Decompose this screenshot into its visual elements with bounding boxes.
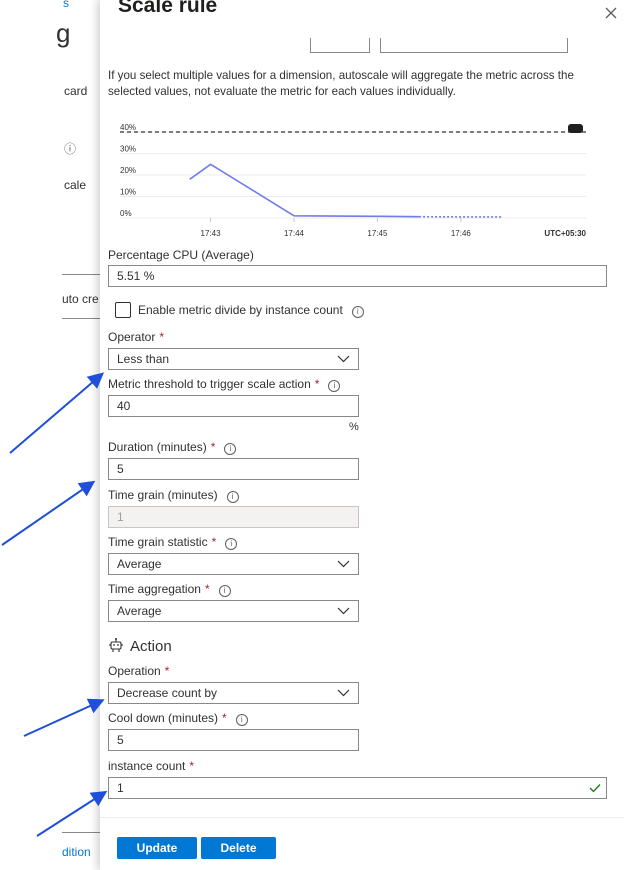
threshold-handle bbox=[568, 124, 583, 133]
time-grain-statistic-label: Time grain statistic * i bbox=[108, 535, 238, 550]
chart-y-tick-label: 40% bbox=[120, 123, 136, 132]
info-icon[interactable]: i bbox=[218, 585, 231, 597]
dimension-aggregation-note: If you select multiple values for a dime… bbox=[108, 69, 574, 98]
time-grain-label: Time grain (minutes) i bbox=[108, 488, 239, 503]
background-link-fragment: s bbox=[63, 0, 69, 10]
time-grain-input: 1 bbox=[108, 506, 359, 528]
background-text-fragment: uto cre bbox=[62, 292, 99, 306]
chart-y-ticks: 0% 10% 20% 30% 40% bbox=[120, 123, 136, 218]
dimension-operator-dropdown[interactable] bbox=[310, 38, 370, 53]
info-icon[interactable]: i bbox=[226, 491, 239, 503]
divide-by-instance-label: Enable metric divide by instance count i bbox=[138, 303, 364, 318]
info-icon[interactable]: i bbox=[224, 443, 237, 455]
chevron-down-icon bbox=[337, 355, 350, 363]
time-grain-statistic-dropdown[interactable]: Average bbox=[108, 553, 359, 575]
update-button[interactable]: Update bbox=[117, 837, 197, 859]
chart-x-tick-label: 17:43 bbox=[201, 229, 222, 238]
operator-label: Operator * bbox=[108, 330, 165, 344]
chart-grid bbox=[120, 131, 586, 219]
chart-y-tick-label: 0% bbox=[120, 209, 132, 218]
time-grain-statistic-value: Average bbox=[117, 557, 162, 571]
info-icon[interactable]: i bbox=[225, 538, 238, 550]
background-link-fragment[interactable]: dition bbox=[62, 845, 91, 859]
info-icon[interactable]: i bbox=[328, 380, 341, 392]
instance-count-label: instance count * bbox=[108, 759, 195, 773]
dimension-name-label bbox=[108, 38, 198, 46]
chevron-down-icon bbox=[337, 607, 350, 615]
instance-count-input[interactable]: 1 bbox=[108, 777, 607, 799]
background-info-icon: ⓘ bbox=[64, 142, 77, 156]
delete-button[interactable]: Delete bbox=[201, 837, 276, 859]
background-heading-fragment: g bbox=[56, 18, 71, 48]
action-section-header: Action bbox=[108, 637, 172, 655]
cool-down-input[interactable]: 5 bbox=[108, 729, 359, 751]
chart-x-tick-label: 17:44 bbox=[284, 229, 305, 238]
background-page: s g card ⓘ cale uto cre dition bbox=[0, 0, 100, 870]
divide-by-instance-checkbox[interactable] bbox=[115, 302, 131, 318]
background-divider bbox=[62, 274, 100, 275]
background-text-fragment: cale bbox=[64, 178, 87, 192]
duration-input[interactable]: 5 bbox=[108, 458, 359, 480]
chart-y-tick-label: 10% bbox=[120, 188, 136, 197]
operation-label: Operation * bbox=[108, 664, 170, 678]
robot-icon bbox=[109, 638, 123, 652]
operation-value: Decrease count by bbox=[117, 686, 218, 700]
background-divider bbox=[62, 832, 100, 833]
checkmark-icon bbox=[589, 784, 601, 793]
threshold-label: Metric threshold to trigger scale action… bbox=[108, 377, 341, 392]
time-aggregation-value: Average bbox=[117, 604, 162, 618]
background-text-fragment: card bbox=[64, 84, 88, 98]
threshold-input[interactable]: 40 bbox=[108, 395, 359, 417]
metric-label: Percentage CPU (Average) bbox=[108, 248, 254, 262]
footer-divider bbox=[100, 817, 624, 818]
chart-x-tick-label: 17:45 bbox=[367, 229, 388, 238]
dimension-values-dropdown[interactable] bbox=[380, 38, 568, 53]
cool-down-label: Cool down (minutes) * i bbox=[108, 711, 248, 726]
panel-title: Scale rule bbox=[118, 0, 218, 17]
operation-dropdown[interactable]: Decrease count by bbox=[108, 682, 359, 704]
chevron-down-icon bbox=[337, 689, 350, 697]
chart-x-ticks: 17:43 17:44 17:45 17:46 bbox=[201, 218, 472, 238]
metric-value-field: 5.51 % bbox=[108, 265, 607, 287]
metric-chart: 0% 10% 20% 30% 40% 17:43 17:44 17:45 17:46 UTC+… bbox=[120, 123, 587, 238]
chart-x-tick-label: 17:46 bbox=[451, 229, 472, 238]
time-aggregation-dropdown[interactable]: Average bbox=[108, 600, 359, 622]
close-icon[interactable] bbox=[604, 0, 618, 25]
operator-dropdown[interactable]: Less than bbox=[108, 348, 359, 370]
info-icon[interactable]: i bbox=[235, 714, 248, 726]
chart-y-tick-label: 30% bbox=[120, 145, 136, 154]
scale-rule-panel: Scale rule If you select multiple values… bbox=[100, 0, 624, 870]
operator-value: Less than bbox=[117, 352, 170, 366]
info-icon[interactable]: i bbox=[351, 306, 364, 318]
chart-timezone-label: UTC+05:30 bbox=[544, 229, 586, 238]
background-divider bbox=[62, 318, 100, 319]
chevron-down-icon bbox=[337, 560, 350, 568]
threshold-unit: % bbox=[349, 421, 359, 433]
time-aggregation-label: Time aggregation * i bbox=[108, 582, 231, 597]
duration-label: Duration (minutes) * i bbox=[108, 440, 237, 455]
chart-y-tick-label: 20% bbox=[120, 166, 136, 175]
series-line bbox=[189, 163, 420, 218]
